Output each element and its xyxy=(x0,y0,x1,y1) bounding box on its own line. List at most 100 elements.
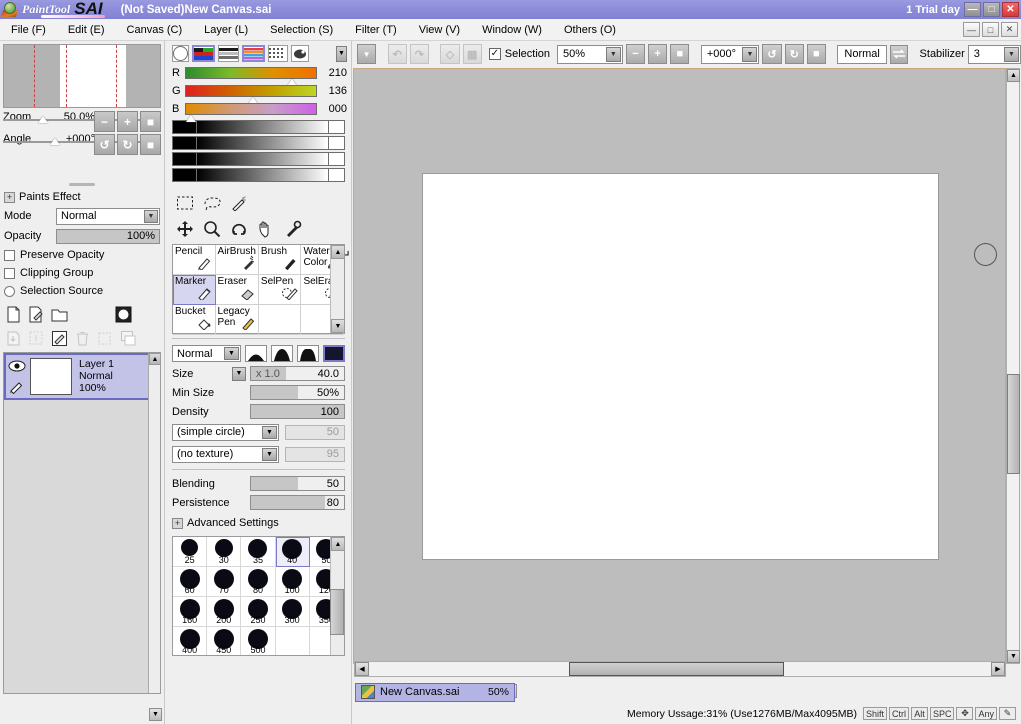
chevron-down-icon[interactable]: ▼ xyxy=(144,209,158,223)
clear-layer-icon[interactable] xyxy=(95,328,115,348)
red-slider[interactable] xyxy=(185,67,317,86)
rgb-slider-icon[interactable] xyxy=(192,45,215,62)
tool-pencil[interactable]: Pencil xyxy=(173,245,216,275)
eyedropper-icon[interactable] xyxy=(280,218,306,240)
brush-persistence-slider[interactable]: 80 xyxy=(250,495,345,510)
canvas-horizontal-scrollbar[interactable]: ◀ ▶ xyxy=(354,661,1006,677)
preserve-opacity-row[interactable]: Preserve Opacity xyxy=(0,246,164,264)
brush-shape-select[interactable]: (simple circle) ▼ xyxy=(172,423,279,441)
size-preset[interactable]: 100 xyxy=(275,567,310,597)
layer-mask-icon[interactable] xyxy=(113,304,133,324)
size-preset[interactable]: 60 xyxy=(173,567,208,597)
new-layer-icon[interactable] xyxy=(3,304,23,324)
zoom-icon[interactable] xyxy=(199,218,225,240)
brush-size-slider[interactable]: x 1.0 40.0 xyxy=(250,366,345,381)
size-preset[interactable]: 300 xyxy=(275,597,310,627)
new-linework-layer-icon[interactable] xyxy=(26,304,46,324)
canvas-menu-dropdown-icon[interactable]: ▼ xyxy=(357,44,377,64)
scroll-down-icon[interactable]: ▼ xyxy=(1007,650,1020,663)
delete-layer-icon[interactable] xyxy=(72,328,92,348)
canvas-zoom-reset-button[interactable]: ■ xyxy=(670,44,690,64)
brush-density-slider[interactable]: 100 xyxy=(250,404,345,419)
edge-shape-medium[interactable] xyxy=(271,345,293,362)
layer-row[interactable]: Layer 1 Normal 100% xyxy=(4,353,160,400)
size-preset[interactable]: 80 xyxy=(241,567,276,597)
color-panel-menu-icon[interactable]: ▼ xyxy=(336,45,347,62)
chevron-down-icon[interactable]: ▼ xyxy=(224,347,239,360)
canvas-vertical-scrollbar[interactable]: ▲ ▼ xyxy=(1006,68,1020,664)
brush-min-size-slider[interactable]: 50% xyxy=(250,385,345,400)
stabilizer-select[interactable]: 3 ▼ xyxy=(967,44,1021,64)
scroll-up-icon[interactable]: ▲ xyxy=(1007,69,1020,82)
chevron-down-icon[interactable]: ▼ xyxy=(742,46,758,62)
menu-canvas[interactable]: Canvas (C) xyxy=(116,22,194,38)
edge-shape-hard[interactable] xyxy=(297,345,319,362)
navigator-preview[interactable] xyxy=(3,44,161,108)
scroll-left-icon[interactable]: ◀ xyxy=(355,662,369,676)
rotate-cw-button[interactable]: ↻ xyxy=(117,134,138,155)
brush-scroll-down-icon[interactable]: ▼ xyxy=(331,319,345,333)
menu-edit[interactable]: Edit (E) xyxy=(57,22,116,38)
merge-layer-set-icon[interactable] xyxy=(26,328,46,348)
new-folder-icon[interactable] xyxy=(49,304,69,324)
layer-mode-select[interactable]: Normal ▼ xyxy=(56,207,160,225)
chevron-down-icon[interactable]: ▼ xyxy=(605,46,621,62)
magic-wand-icon[interactable] xyxy=(226,192,252,214)
mdi-minimize-button[interactable]: — xyxy=(963,22,980,37)
view-mode-value[interactable]: Normal xyxy=(837,44,887,64)
brush-scroll-up-icon[interactable]: ▲ xyxy=(331,245,345,259)
edge-shape-square[interactable] xyxy=(323,345,345,362)
tool-brush[interactable]: Brush xyxy=(258,245,302,275)
tool-legacy-pen[interactable]: Legacy Pen xyxy=(215,305,259,335)
size-grid-scrollbar[interactable]: ▲ xyxy=(330,537,344,655)
menu-view[interactable]: View (V) xyxy=(408,22,471,38)
mdi-maximize-button[interactable]: □ xyxy=(982,22,999,37)
brush-texture-select[interactable]: (no texture) ▼ xyxy=(172,445,279,463)
selection-source-radio[interactable] xyxy=(4,285,15,297)
flip-horizontal-icon[interactable] xyxy=(889,44,909,64)
chevron-down-icon[interactable]: ▼ xyxy=(1003,46,1019,62)
scroll-right-icon[interactable]: ▶ xyxy=(991,662,1005,676)
canvas-rotate-select[interactable]: +000° ▼ xyxy=(700,44,760,64)
selection-checkbox[interactable]: ✓ xyxy=(488,48,501,60)
canvas-paper[interactable] xyxy=(423,174,938,559)
move-icon[interactable] xyxy=(172,218,198,240)
menu-selection[interactable]: Selection (S) xyxy=(259,22,344,38)
brush-size-preset-grid[interactable]: 25 30 35 40 50 60 70 80 100 120 160 200 … xyxy=(172,536,345,656)
brush-blending-slider[interactable]: 50 xyxy=(250,476,345,491)
layer-thumbnail[interactable] xyxy=(30,358,72,395)
tool-bucket[interactable]: Bucket xyxy=(173,305,216,335)
expand-icon[interactable]: + xyxy=(4,191,15,203)
menu-file[interactable]: File (F) xyxy=(0,22,57,38)
canvas-zoom-in-button[interactable]: + xyxy=(648,44,668,64)
rotate-ccw-button[interactable]: ↺ xyxy=(94,134,115,155)
layer-opacity-slider[interactable]: 100% xyxy=(56,228,160,244)
menu-layer[interactable]: Layer (L) xyxy=(193,22,259,38)
blue-slider[interactable] xyxy=(185,103,317,122)
size-preset-selected[interactable]: 40 xyxy=(275,537,310,567)
duplicate-layer-icon[interactable] xyxy=(118,328,138,348)
vertical-scroll-thumb[interactable] xyxy=(1007,374,1020,474)
undo-icon[interactable]: ↶ xyxy=(387,44,407,64)
selection-source-row[interactable]: Selection Source xyxy=(0,282,164,300)
lasso-select-icon[interactable] xyxy=(199,192,225,214)
size-preset[interactable]: 200 xyxy=(207,597,242,627)
select-all-icon[interactable]: ▦ xyxy=(462,44,482,64)
window-maximize-button[interactable]: □ xyxy=(983,2,1000,17)
hsv-slider-icon[interactable] xyxy=(218,45,239,62)
deselect-icon[interactable]: ◇ xyxy=(440,44,460,64)
canvas-rotate-ccw-button[interactable]: ↺ xyxy=(762,44,782,64)
menu-filter[interactable]: Filter (T) xyxy=(344,22,408,38)
tool-selpen[interactable]: SelPen xyxy=(258,275,302,305)
edge-shape-soft[interactable] xyxy=(245,345,267,362)
paints-effect-row[interactable]: + Paints Effect xyxy=(0,188,164,206)
size-preset[interactable]: 70 xyxy=(207,567,242,597)
color-swatches-icon[interactable] xyxy=(242,45,265,62)
canvas-rotate-reset-button[interactable]: ■ xyxy=(806,44,826,64)
gray-ramp-4[interactable] xyxy=(172,168,345,182)
hand-icon[interactable] xyxy=(253,218,279,240)
zoom-in-button[interactable]: + xyxy=(117,111,138,132)
size-preset[interactable]: 450 xyxy=(207,627,242,655)
size-preset[interactable]: 250 xyxy=(241,597,276,627)
zoom-slider-thumb[interactable] xyxy=(37,116,48,123)
